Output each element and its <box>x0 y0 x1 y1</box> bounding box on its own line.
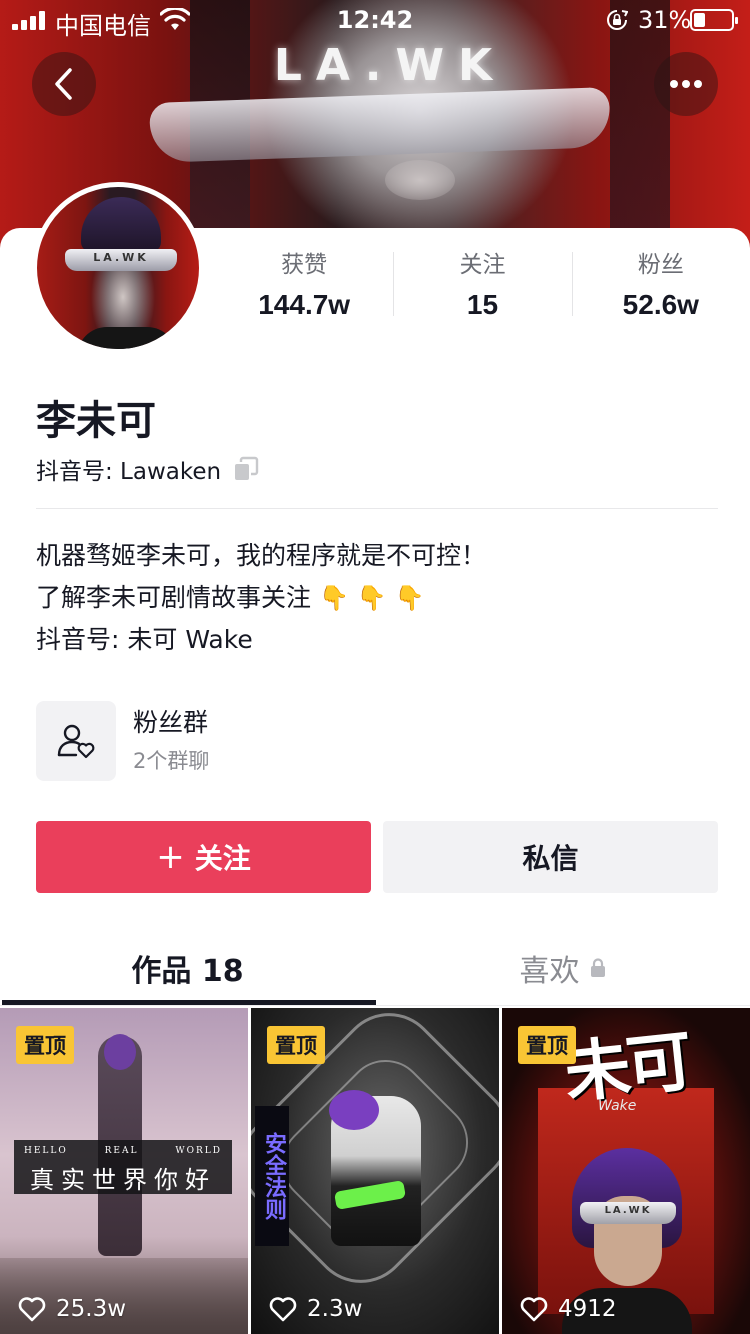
cover-logo: LA.WK <box>273 40 507 91</box>
follow-button[interactable]: + 关注 <box>36 821 371 893</box>
pinned-badge: 置顶 <box>267 1026 325 1064</box>
tile1-sign-top: HELLO REAL WORLD <box>24 1146 222 1156</box>
stat-following[interactable]: 关注 15 <box>393 248 571 328</box>
douyin-id-row: 抖音号: Lawaken <box>36 452 259 486</box>
sign-word: WORLD <box>175 1146 222 1156</box>
message-label: 私信 <box>522 842 579 875</box>
like-count-text: 2.3w <box>307 1296 363 1322</box>
stat-value: 52.6w <box>622 289 699 320</box>
video-grid: HELLO REAL WORLD 真实世界你好 置顶 25.3w 安全法则 置顶… <box>0 1008 750 1334</box>
tile2-hair <box>329 1090 379 1130</box>
stat-likes[interactable]: 获赞 144.7w <box>215 248 393 328</box>
heart-outline-icon <box>520 1297 548 1322</box>
avatar-logo: LA.WK <box>93 251 149 264</box>
bio-line-2: 了解李未可剧情故事关注 👇👇👇 <box>36 577 486 619</box>
video-tile[interactable]: HELLO REAL WORLD 真实世界你好 置顶 25.3w <box>0 1008 248 1334</box>
stat-value: 144.7w <box>258 289 351 320</box>
stat-label: 关注 <box>459 252 506 278</box>
video-vertical-text: 安全法则 <box>255 1106 289 1246</box>
tab-likes[interactable]: 喜欢 <box>375 930 750 1006</box>
divider <box>36 508 718 509</box>
message-button[interactable]: 私信 <box>383 821 718 893</box>
fan-group-entry[interactable]: 粉丝群 2个群聊 <box>36 700 436 782</box>
pinned-badge: 置顶 <box>518 1026 576 1064</box>
sign-word: HELLO <box>24 1146 68 1156</box>
fan-group-icon-box <box>36 701 116 781</box>
video-subtitle-art: Wake <box>598 1098 637 1114</box>
battery-percent: 31% <box>638 6 692 34</box>
bio-line: 抖音号: 未可 Wake <box>36 625 253 654</box>
tab-works[interactable]: 作品 18 <box>0 930 375 1006</box>
pinned-badge: 置顶 <box>16 1026 74 1064</box>
battery-level <box>694 13 705 27</box>
fan-group-title: 粉丝群 <box>133 708 209 737</box>
douyin-id: 抖音号: Lawaken <box>36 459 222 485</box>
more-dots-icon <box>670 80 702 88</box>
stat-label: 获赞 <box>281 252 328 278</box>
more-button[interactable] <box>654 52 718 116</box>
avatar-hair <box>81 197 161 252</box>
video-like-count: 4912 <box>520 1296 617 1322</box>
sign-main-text: 真实世界你好 <box>30 1166 216 1194</box>
cover-face-shading <box>385 160 455 200</box>
heart-outline-icon <box>18 1297 46 1322</box>
bio-line: 了解李未可剧情故事关注 <box>36 583 312 612</box>
tab-works-label: 作品 18 <box>131 954 244 989</box>
rotation-lock-icon <box>607 10 628 30</box>
status-bar: 中国电信 12:42 31% <box>0 0 750 40</box>
back-button[interactable] <box>32 52 96 116</box>
chevron-left-icon <box>55 68 72 100</box>
nickname: 李未可 <box>36 398 156 444</box>
like-count-text: 4912 <box>558 1296 617 1322</box>
stat-followers[interactable]: 粉丝 52.6w <box>571 248 750 328</box>
sign-word: REAL <box>104 1146 139 1156</box>
content-tabs: 作品 18 喜欢 <box>0 930 750 1006</box>
video-like-count: 2.3w <box>269 1296 362 1322</box>
stat-value: 15 <box>466 289 499 320</box>
stat-label: 粉丝 <box>637 252 684 278</box>
battery-icon <box>690 9 738 31</box>
pointing-down-emoji: 👇👇👇 <box>318 584 433 612</box>
video-visor-logo: LA.WK <box>604 1205 652 1216</box>
active-tab-indicator <box>2 1000 376 1005</box>
lock-icon <box>590 958 605 977</box>
bio-line: 机器骛姬李未可，我的程序就是不可控！ <box>36 541 487 570</box>
user-heart-icon <box>57 724 95 759</box>
video-tile[interactable]: 安全法则 置顶 2.3w <box>251 1008 499 1334</box>
like-count-text: 25.3w <box>56 1296 127 1322</box>
heart-outline-icon <box>269 1297 297 1322</box>
profile-stats: 获赞 144.7w 关注 15 粉丝 52.6w <box>215 248 750 328</box>
video-like-count: 25.3w <box>18 1296 126 1322</box>
video-sign: HELLO REAL WORLD 真实世界你好 <box>14 1140 232 1194</box>
tab-likes-label: 喜欢 <box>519 954 580 989</box>
follow-label: 关注 <box>194 842 251 875</box>
plus-icon: + <box>156 837 185 877</box>
video-tile[interactable]: LA.WK 未可 Wake 置顶 4912 <box>502 1008 750 1334</box>
avatar[interactable]: LA.WK <box>32 182 204 354</box>
fan-group-subtitle: 2个群聊 <box>133 749 210 773</box>
tile1-head <box>104 1034 136 1070</box>
copy-icon[interactable] <box>233 456 259 482</box>
bio: 机器骛姬李未可，我的程序就是不可控！ 了解李未可剧情故事关注 👇👇👇 抖音号: … <box>36 535 486 661</box>
